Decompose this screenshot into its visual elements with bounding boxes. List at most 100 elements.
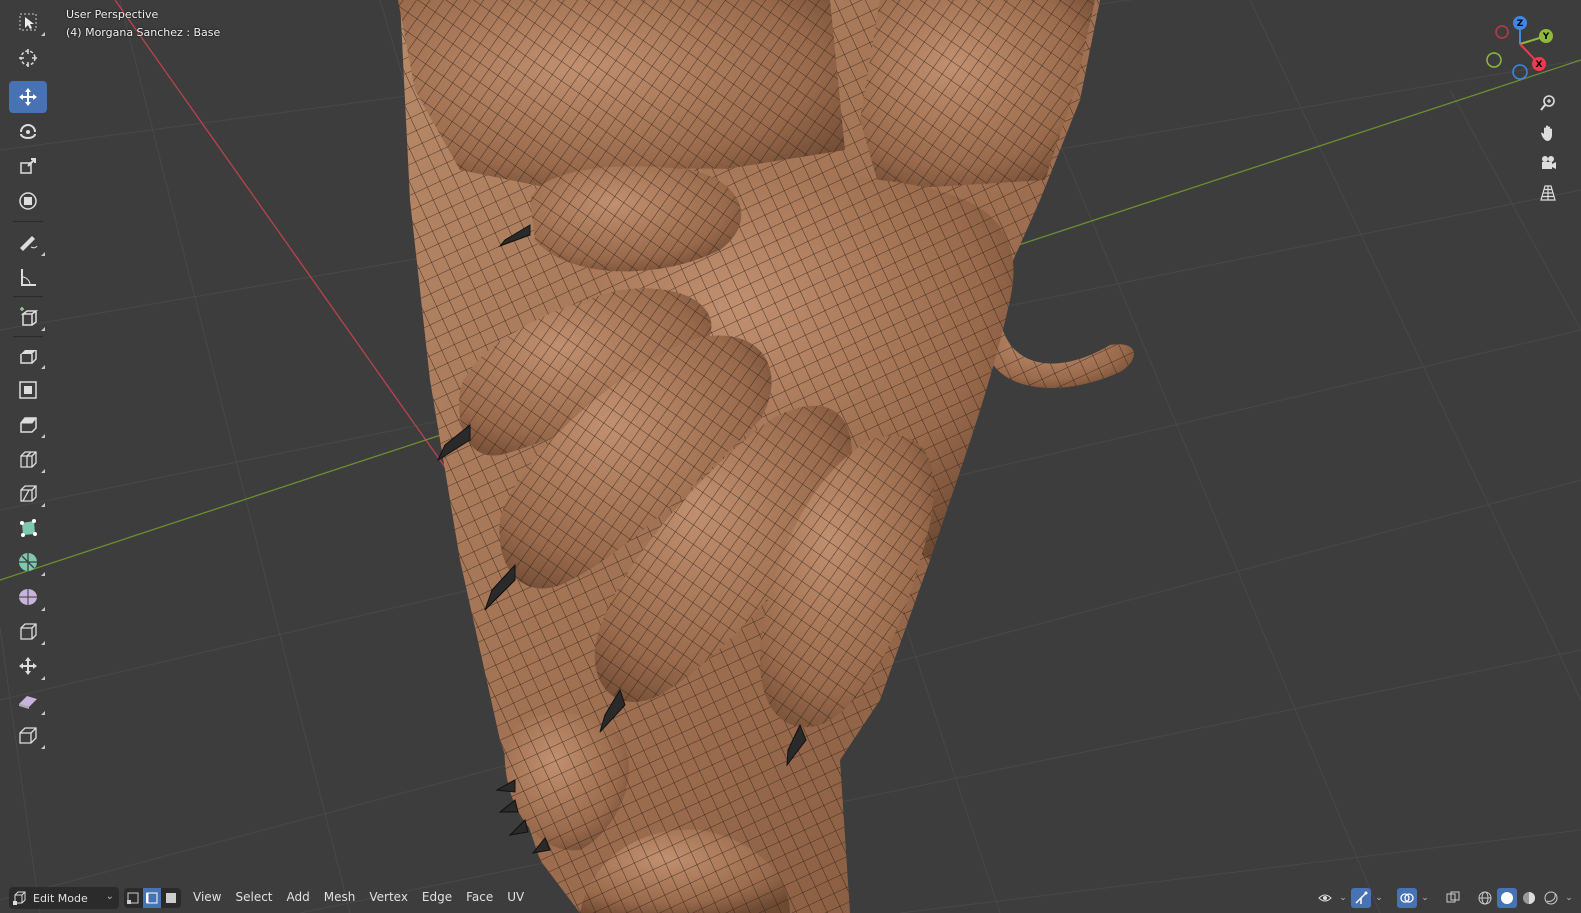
spin-icon [19,553,37,571]
solid-sphere-icon [1501,892,1513,904]
bevel-tool[interactable] [9,408,47,440]
scale-icon [20,158,36,174]
chevron-down-icon[interactable]: ⌄ [1563,893,1575,903]
move-arrows-icon [19,88,37,106]
rendered-shading-button[interactable] [1541,888,1561,908]
chevron-down-icon[interactable]: ⌄ [1419,893,1431,903]
3d-viewport[interactable]: User Perspective (4) Morgana Sanchez : B… [0,0,1581,913]
xray-toggle-button[interactable] [1443,888,1463,908]
pan-button[interactable] [1535,120,1561,146]
rip-tool[interactable] [9,719,47,751]
rip-icon [19,727,37,744]
extrude-icon [20,350,37,364]
overlays-icon [1400,893,1414,903]
chevron-down-icon: ⌄ [105,891,114,902]
cursor-tool[interactable] [9,42,47,74]
menu-select[interactable]: Select [228,887,279,909]
ruler-icon [21,269,36,286]
rotate-icon [20,124,36,139]
bevel-icon [20,417,37,433]
scale-tool[interactable] [9,150,47,182]
view-title: User Perspective [66,8,159,21]
inset-tool[interactable] [9,374,47,406]
camera-view-button[interactable] [1535,150,1561,176]
cursor-arrow-icon [19,13,37,31]
face-select-icon [166,893,176,903]
poly-build-tool[interactable] [9,512,47,544]
material-shading-button[interactable] [1519,888,1539,908]
menu-uv[interactable]: UV [500,887,531,909]
extrude-tool[interactable] [9,339,47,371]
vertex-select-icon [127,892,139,904]
3d-cursor-icon [19,49,37,67]
loop-cut-tool[interactable] [9,443,47,475]
edge-select-icon [146,892,158,904]
zoom-icon [1540,95,1555,111]
measure-tool[interactable] [9,261,47,293]
move-tool[interactable] [9,81,47,113]
chevron-down-icon[interactable]: ⌄ [1373,893,1385,903]
navigation-gizmo[interactable]: Z Y X [1486,14,1558,86]
chevron-down-icon[interactable]: ⌄ [1337,893,1349,903]
solid-shading-button[interactable] [1497,888,1517,908]
menu-add[interactable]: Add [280,887,317,909]
vertex-select-button[interactable] [124,888,143,908]
wireframe-sphere-icon [1478,891,1492,905]
menu-view[interactable]: View [186,887,228,909]
rendered-sphere-icon [1544,891,1558,905]
transform-icon [19,192,37,210]
annotate-tool[interactable] [9,226,47,258]
shrink-fatten-icon [19,657,37,675]
z-axis-label: Z [1517,19,1524,29]
wireframe-shading-button[interactable] [1475,888,1495,908]
mode-dropdown[interactable]: Edit Mode ⌄ [9,887,119,909]
edge-select-button[interactable] [143,888,162,908]
add-cube-icon [20,307,39,326]
face-select-button[interactable] [162,888,181,908]
poly-build-icon [20,519,37,537]
loop-cut-icon [20,451,37,468]
mode-label: Edit Mode [33,891,88,905]
menu-vertex[interactable]: Vertex [362,887,415,909]
menu-face[interactable]: Face [459,887,500,909]
header-menu: View Select Add Mesh Vertex Edge Face UV [186,887,531,909]
rotate-tool[interactable] [9,116,47,148]
grid-perspective-icon [1540,185,1556,201]
x-axis-label: X [1536,60,1543,70]
camera-icon [1542,156,1556,169]
material-sphere-icon [1523,892,1535,904]
edit-mode-icon [13,891,26,905]
y-axis-label: Y [1542,32,1550,42]
menu-mesh[interactable]: Mesh [317,887,363,909]
viewport-scene[interactable] [0,0,1581,913]
shrink-fatten-tool[interactable] [9,650,47,682]
perspective-toggle-button[interactable] [1535,180,1561,206]
hand-icon [1541,125,1552,141]
menu-edge[interactable]: Edge [415,887,459,909]
object-info: (4) Morgana Sanchez : Base [66,26,221,39]
gizmo-icon [1355,891,1368,904]
pencil-icon [20,236,38,251]
eye-icon [1318,894,1332,902]
shear-tool[interactable] [9,685,47,717]
knife-tool[interactable] [9,477,47,509]
smooth-tool[interactable] [9,581,47,613]
spin-tool[interactable] [9,546,47,578]
xray-icon [1446,891,1460,903]
shear-icon [19,696,37,709]
character-mesh[interactable] [398,0,1134,913]
edge-slide-icon [20,623,37,640]
viewport-header: Edit Mode ⌄ View Select Add Mesh Vertex … [0,884,1581,913]
transform-tool[interactable] [9,185,47,217]
add-cube-tool[interactable] [9,301,47,333]
visibility-button[interactable] [1315,888,1335,908]
smooth-icon [19,589,37,605]
select-box-tool[interactable] [9,6,47,38]
select-mode-group [124,888,181,908]
gizmo-toggle-button[interactable] [1351,888,1371,908]
knife-icon [20,485,37,502]
overlays-toggle-button[interactable] [1397,888,1417,908]
zoom-button[interactable] [1535,90,1561,116]
edge-slide-tool[interactable] [9,615,47,647]
inset-icon [19,381,37,399]
